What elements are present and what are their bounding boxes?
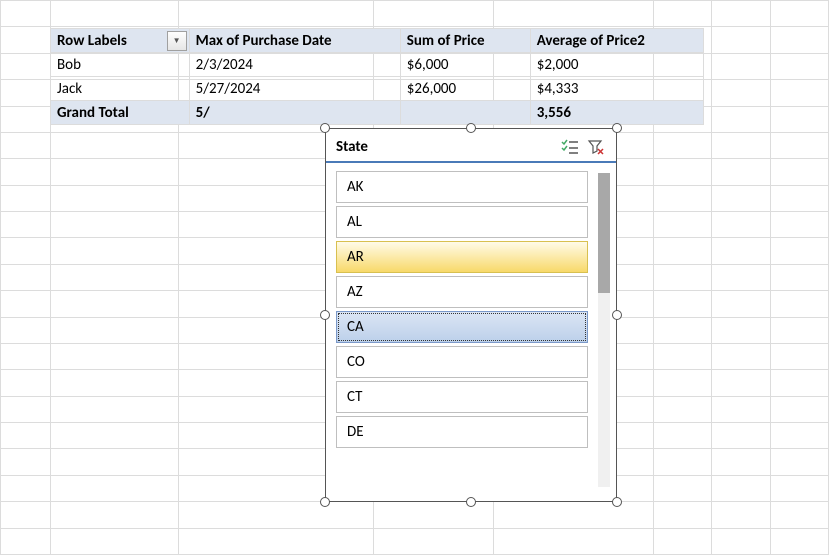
row-label: Jack — [51, 77, 190, 101]
header-row-labels-text: Row Labels — [57, 32, 127, 50]
price-value: 26,000 — [414, 80, 456, 98]
grand-max-date-partial: 5/ — [189, 101, 400, 125]
slicer-scrollbar[interactable] — [598, 173, 610, 487]
grand-avg-price: 3,556 — [530, 101, 703, 125]
resize-handle[interactable] — [612, 497, 622, 507]
slicer-header: State — [326, 129, 616, 163]
resize-handle[interactable] — [320, 123, 330, 133]
slicer-item[interactable]: AL — [336, 206, 588, 238]
grand-total-label: Grand Total — [51, 101, 190, 125]
slicer-item[interactable]: AR — [336, 241, 588, 273]
slicer-body: AK AL AR AZ CA CO CT DE — [326, 163, 616, 497]
resize-handle[interactable] — [612, 310, 622, 320]
slicer-scrollbar-thumb[interactable] — [598, 173, 610, 293]
resize-handle[interactable] — [612, 123, 622, 133]
cell-max-date: 2/3/2024 — [189, 53, 400, 77]
pivot-header-row: Row Labels ▼ Max of Purchase Date Sum of… — [51, 29, 704, 53]
slicer-item[interactable]: CA — [336, 311, 588, 343]
slicer-item[interactable]: AK — [336, 171, 588, 203]
slicer-item[interactable]: CO — [336, 346, 588, 378]
resize-handle[interactable] — [466, 123, 476, 133]
header-sum-price[interactable]: Sum of Price — [400, 29, 530, 53]
cell-max-date: 5/27/2024 — [189, 77, 400, 101]
resize-handle[interactable] — [320, 497, 330, 507]
resize-handle[interactable] — [466, 497, 476, 507]
resize-handle[interactable] — [320, 310, 330, 320]
row-label: Bob — [51, 53, 190, 77]
multi-select-icon[interactable] — [560, 137, 580, 157]
cell-avg-price: $ 2,000 — [530, 53, 703, 77]
price-value: 4,333 — [544, 80, 578, 98]
cell-avg-price: $ 4,333 — [530, 77, 703, 101]
row-labels-dropdown-icon[interactable]: ▼ — [167, 31, 187, 51]
header-row-labels[interactable]: Row Labels ▼ — [51, 29, 190, 53]
header-max-date[interactable]: Max of Purchase Date — [189, 29, 400, 53]
grand-sum-price — [400, 101, 530, 125]
header-avg-price[interactable]: Average of Price2 — [530, 29, 703, 53]
pivot-table[interactable]: Row Labels ▼ Max of Purchase Date Sum of… — [50, 28, 704, 125]
cell-sum-price: $ 26,000 — [400, 77, 530, 101]
slicer-state[interactable]: State AK AL AR AZ CA CO CT DE — [325, 128, 617, 502]
price-value: 2,000 — [544, 56, 578, 74]
slicer-item[interactable]: AZ — [336, 276, 588, 308]
clear-filter-icon[interactable] — [586, 137, 606, 157]
pivot-row[interactable]: Bob 2/3/2024 $ 6,000 $ 2,000 — [51, 53, 704, 77]
grand-total-row[interactable]: Grand Total 5/ 3,556 — [51, 101, 704, 125]
price-value: 3,556 — [537, 104, 571, 122]
pivot-row[interactable]: Jack 5/27/2024 $ 26,000 $ 4,333 — [51, 77, 704, 101]
slicer-item[interactable]: DE — [336, 416, 588, 448]
slicer-item[interactable]: CT — [336, 381, 588, 413]
cell-sum-price: $ 6,000 — [400, 53, 530, 77]
price-value: 6,000 — [414, 56, 448, 74]
slicer-title-text: State — [336, 138, 554, 156]
